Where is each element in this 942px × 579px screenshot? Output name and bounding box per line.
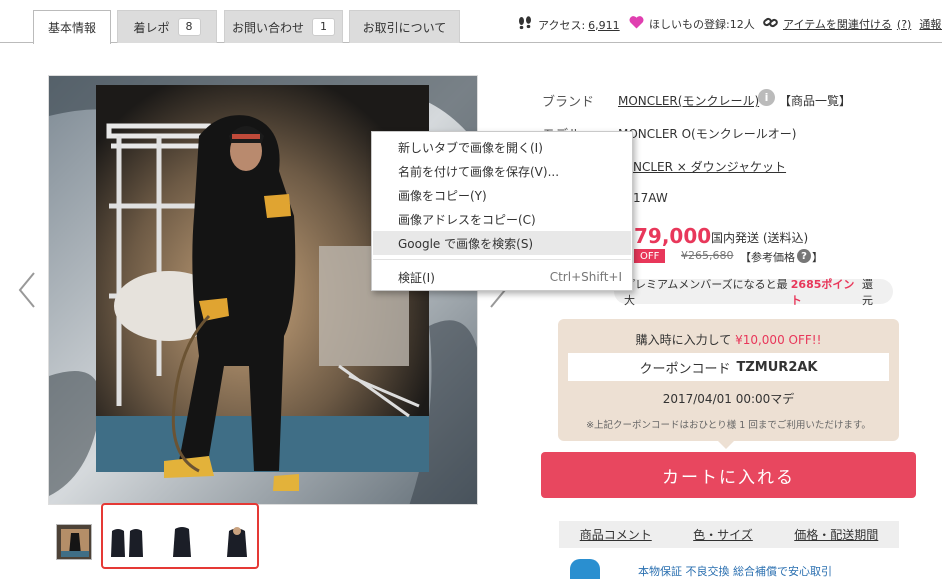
coupon-note: ※上記クーポンコードはおひとり様 1 回までご利用いただけます。	[586, 420, 871, 431]
premium-prefix: プレミアムメンバーズになると最大	[624, 277, 788, 307]
relate-item-stat: アイテムを関連付ける (?) 通報す	[763, 16, 942, 32]
report-link[interactable]: 通報す	[919, 16, 942, 32]
wishlist-stat: ほしいもの登録:12人	[629, 16, 755, 32]
tab-basic-info[interactable]: 基本情報	[33, 10, 111, 44]
tab-color-size[interactable]: 色・サイズ	[693, 526, 753, 543]
browser-context-menu: 新しいタブで画像を開く(I) 名前を付けて画像を保存(V)... 画像をコピー(…	[371, 131, 633, 291]
tab-product-comments[interactable]: 商品コメント	[580, 526, 652, 543]
tab-label: お取引について	[362, 20, 447, 35]
add-to-cart-button[interactable]: カートに入れる	[541, 452, 916, 498]
menu-item-label: 画像アドレスをコピー(C)	[398, 212, 536, 227]
menu-item-label: 名前を付けて画像を保存(V)...	[398, 164, 560, 179]
access-stat: アクセス: 6,911	[517, 16, 620, 34]
menu-shortcut: Ctrl+Shift+I	[549, 270, 622, 284]
tab-label: お問い合わせ	[231, 20, 304, 35]
coupon-panel: 購入時に入力して ¥10,000 OFF!! クーポンコード TZMUR2AK …	[558, 319, 899, 449]
thumbnail-image[interactable]	[56, 524, 92, 560]
coupon-deadline: 2017/04/01 00:00マデ	[662, 392, 795, 406]
wishlist-count: ほしいもの登録:12人	[649, 18, 755, 31]
menu-copy-image-address[interactable]: 画像アドレスをコピー(C)	[373, 207, 631, 231]
coupon-headline-prefix: 購入時に入力して	[635, 333, 732, 347]
category-link[interactable]: NCLER × ダウンジャケット	[633, 158, 786, 175]
coupon-headline: 購入時に入力して ¥10,000 OFF!!	[558, 331, 899, 348]
season-value: 17AW	[633, 191, 668, 205]
coupon-code-box[interactable]: クーポンコード TZMUR2AK	[568, 353, 889, 381]
count-badge: 8	[177, 18, 201, 36]
off-tag: OFF	[634, 249, 666, 263]
chevron-left-icon[interactable]	[16, 270, 38, 317]
menu-item-label: Google で画像を検索(S)	[398, 236, 534, 251]
menu-save-image-as[interactable]: 名前を付けて画像を保存(V)...	[373, 159, 631, 183]
count-badge: 1	[312, 18, 335, 36]
menu-item-label: 新しいタブで画像を開く(I)	[398, 140, 543, 155]
reference-price-bracket: 】	[812, 251, 823, 264]
model-value: MONCLER O(モンクレールオー)	[618, 127, 797, 141]
price-value: 79,000	[634, 224, 712, 248]
info-icon[interactable]: i	[758, 89, 775, 106]
brand-item-list-link[interactable]: 【商品一覧】	[779, 92, 851, 109]
relate-help-link[interactable]: (?)	[897, 18, 911, 31]
thumbnail-image[interactable]	[108, 523, 146, 561]
tab-price-shipping[interactable]: 価格・配送期間	[794, 526, 878, 543]
menu-open-image-new-tab[interactable]: 新しいタブで画像を開く(I)	[373, 135, 631, 159]
menu-search-google-image[interactable]: Google で画像を検索(S)	[373, 231, 631, 255]
relate-item-link[interactable]: アイテムを関連付ける	[783, 16, 892, 32]
menu-item-label: 検証(I)	[398, 270, 435, 285]
link-icon	[763, 16, 778, 32]
heart-icon	[629, 16, 644, 32]
access-count-link[interactable]: 6,911	[588, 19, 620, 32]
premium-suffix: 還元	[862, 277, 873, 307]
guarantee-icon	[570, 559, 600, 579]
coupon-amount: ¥10,000 OFF!!	[735, 333, 822, 347]
thumbnail-image[interactable]	[163, 523, 201, 561]
menu-copy-image[interactable]: 画像をコピー(Y)	[373, 183, 631, 207]
footprints-icon	[517, 16, 533, 34]
thumbnail-image[interactable]	[218, 523, 256, 561]
tab-label: 基本情報	[47, 21, 96, 35]
menu-separator	[373, 259, 631, 260]
premium-points: 2685ポイント	[790, 277, 855, 307]
access-label: アクセス:	[538, 19, 586, 32]
tab-label: 着レポ	[133, 20, 170, 35]
coupon-code-label: クーポンコード	[639, 361, 731, 377]
shipping-info: 国内発送 (送料込)	[711, 231, 809, 245]
detail-tab-bar: 商品コメント 色・サイズ 価格・配送期間	[559, 521, 899, 548]
tab-wear-report[interactable]: 着レポ 8	[117, 10, 217, 43]
menu-inspect[interactable]: 検証(I) Ctrl+Shift+I	[373, 265, 631, 289]
reference-price-label: 【参考価格	[740, 251, 795, 264]
coupon-code: TZMUR2AK	[736, 359, 818, 375]
reference-price: ¥265,680	[681, 249, 734, 262]
brand-link[interactable]: MONCLER(モンクレール)	[618, 92, 759, 109]
coupon-pointer	[718, 441, 734, 449]
tab-transaction-info[interactable]: お取引について	[349, 10, 460, 43]
help-icon[interactable]: ?	[797, 249, 811, 263]
tab-inquiry[interactable]: お問い合わせ 1	[224, 10, 343, 43]
brand-label: ブランド	[542, 95, 595, 110]
premium-members-banner[interactable]: プレミアムメンバーズになると最大 2685ポイント 還元	[614, 278, 893, 307]
menu-item-label: 画像をコピー(Y)	[398, 188, 487, 203]
guarantee-text[interactable]: 本物保証 不良交換 総合補償で安心取引	[638, 563, 832, 579]
